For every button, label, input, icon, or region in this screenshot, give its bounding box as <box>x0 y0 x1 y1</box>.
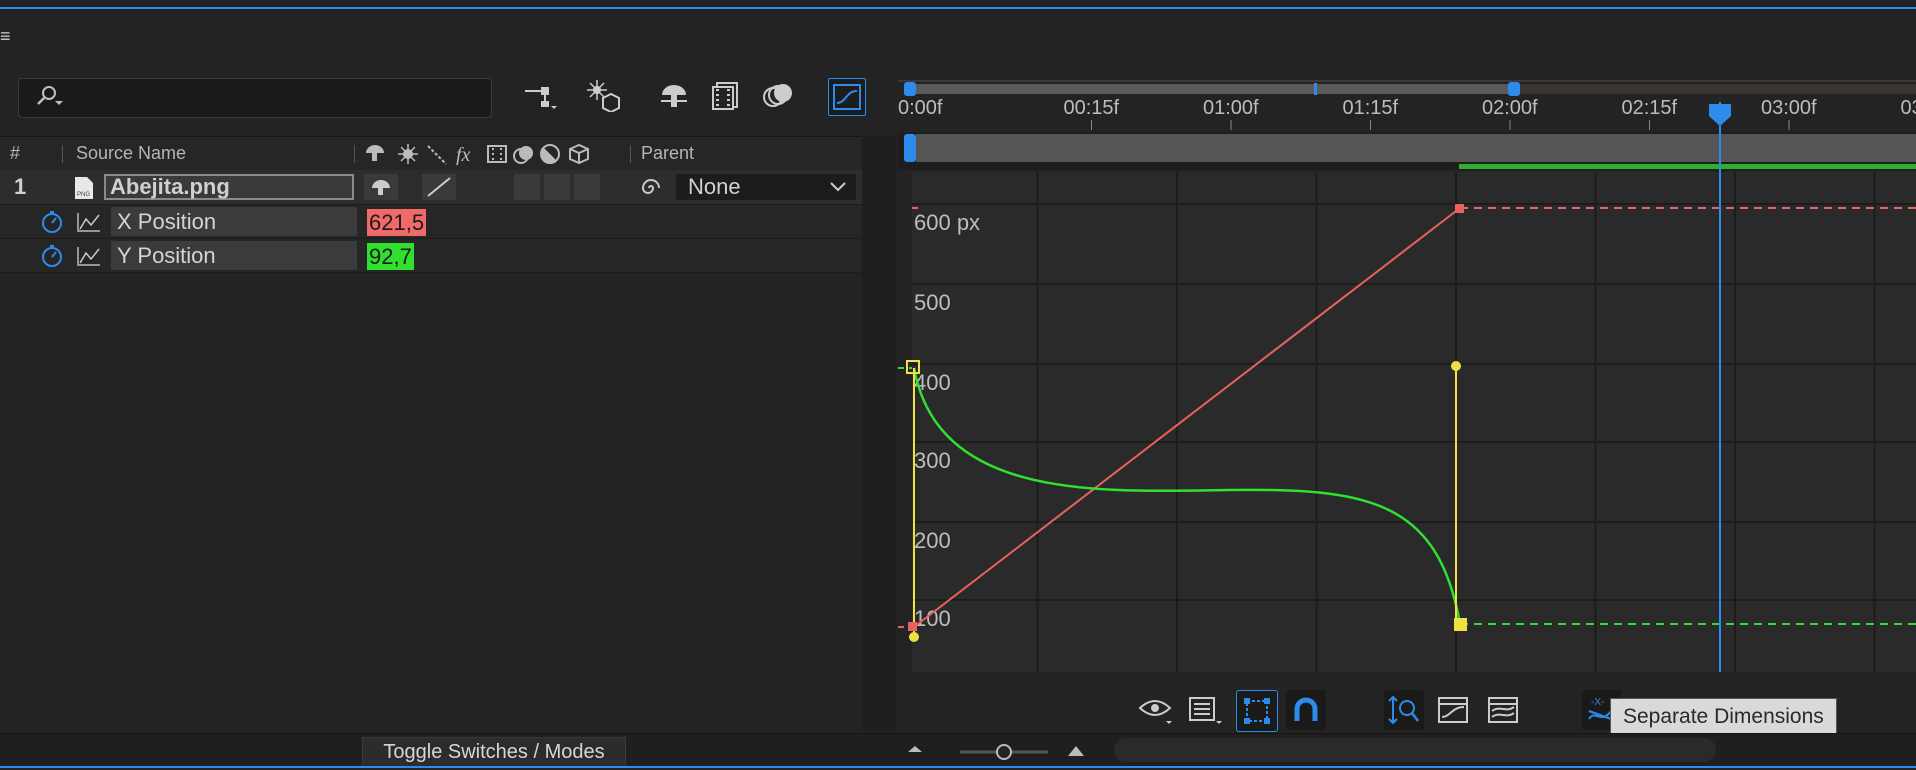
value-axis-label: 100 <box>914 606 951 631</box>
time-tick-label: 03:00f <box>1761 97 1817 119</box>
property-value[interactable]: 92,7 <box>367 243 414 270</box>
work-area-end-handle[interactable] <box>1508 82 1520 96</box>
panel-divider[interactable] <box>862 136 896 732</box>
chevron-down-icon <box>830 182 846 192</box>
frame-blending-icon[interactable] <box>708 78 744 114</box>
parent-dropdown-value: None <box>688 174 741 199</box>
property-row-x[interactable]: X Position 621,5 <box>0 205 862 239</box>
playhead-handle[interactable] <box>1709 104 1731 126</box>
zoom-out-icon[interactable] <box>908 746 922 752</box>
value-axis-label: 200 <box>914 528 951 553</box>
value-axis-label: 500 <box>914 290 951 315</box>
keyframe-y-end[interactable] <box>1454 618 1467 631</box>
property-row-y[interactable]: Y Position 92,7 <box>0 239 862 273</box>
property-name: Y Position <box>111 241 357 270</box>
column-parent[interactable]: Parent <box>641 137 694 170</box>
fit-all-icon[interactable] <box>1484 690 1524 730</box>
timeline-scrollbar[interactable] <box>1114 738 1716 762</box>
graph-editor-icon[interactable] <box>828 78 866 116</box>
parent-dropdown[interactable]: None <box>676 174 856 200</box>
svg-text:PNG: PNG <box>77 192 90 198</box>
search-icon <box>31 85 67 115</box>
svg-text:fx: fx <box>456 144 471 165</box>
window-bottom-accent <box>0 766 1916 768</box>
zoom-control[interactable] <box>904 740 1084 766</box>
tooltip: Separate Dimensions <box>1610 698 1837 736</box>
transform-box-icon[interactable] <box>1236 690 1278 732</box>
shy-layers-icon[interactable] <box>656 78 692 114</box>
keyframe-x-end[interactable] <box>1455 204 1464 213</box>
time-tick-label: 00:15f <box>1064 97 1120 119</box>
column-source-name[interactable]: Source Name <box>76 137 186 170</box>
time-tick-label: 01:00f <box>1203 97 1259 119</box>
motion-blur-icon[interactable] <box>760 78 796 114</box>
png-file-icon: PNG <box>75 177 93 199</box>
time-tick-label: 02:00f <box>1482 97 1538 119</box>
snap-magnet-icon[interactable] <box>1286 690 1326 730</box>
search-input[interactable] <box>18 78 492 118</box>
layer-index: 1 <box>14 174 27 199</box>
stopwatch-icon[interactable] <box>40 210 64 234</box>
time-navigator-start[interactable] <box>904 134 916 162</box>
pick-whip-icon[interactable] <box>638 176 664 200</box>
quality-switch[interactable] <box>422 174 456 200</box>
bezier-handle[interactable] <box>909 632 919 642</box>
keyframe-x-start[interactable] <box>908 622 917 631</box>
time-tick-label: 0:00f <box>898 97 943 119</box>
work-area-bar[interactable] <box>916 84 1514 94</box>
zoom-slider-thumb[interactable] <box>996 744 1012 760</box>
draft-3d-icon[interactable] <box>586 78 622 114</box>
fit-height-icon[interactable] <box>1384 690 1424 730</box>
toggle-switches-modes-button[interactable]: Toggle Switches / Modes <box>362 737 626 767</box>
panel-menu-icon[interactable]: ≡ <box>0 26 11 47</box>
value-axis-label: 300 <box>914 448 951 473</box>
window-top-accent <box>0 7 1916 9</box>
time-navigator-bar[interactable] <box>916 134 1916 162</box>
bezier-handle[interactable] <box>1451 361 1461 371</box>
stopwatch-icon[interactable] <box>40 244 64 268</box>
column-number: # <box>10 143 21 163</box>
graph-toggle-icon[interactable] <box>76 211 102 233</box>
svg-text:-X-: -X- <box>1591 697 1604 708</box>
shy-switch[interactable] <box>364 174 398 200</box>
time-tick-label: 03:15f <box>1901 97 1916 119</box>
layer-switch-blank-1[interactable] <box>514 174 540 200</box>
switches-header-icons: fx <box>366 143 589 165</box>
show-properties-icon[interactable] <box>1136 690 1176 730</box>
graph-editor[interactable]: 0:00f 00:15f 01:00f 01:15f 02:00f 02:15f 03:00… <box>898 80 1916 680</box>
property-name: X Position <box>111 207 357 236</box>
layer-switch-blank-3[interactable] <box>574 174 600 200</box>
value-axis-label: 600 px <box>914 210 980 235</box>
fit-selection-icon[interactable] <box>1434 690 1474 730</box>
property-value[interactable]: 621,5 <box>367 209 427 236</box>
graph-type-icon[interactable] <box>1186 690 1226 730</box>
time-tick-label: 02:15f <box>1622 97 1678 119</box>
layer-column-header: # Source Name fx Parent <box>0 136 863 171</box>
zoom-in-icon[interactable] <box>1068 746 1084 756</box>
work-area-start-handle[interactable] <box>904 82 916 96</box>
comp-flowchart-icon[interactable] <box>522 78 558 114</box>
layer-row[interactable]: 1 PNG Abejita.png None <box>0 170 862 205</box>
layer-name-field[interactable]: Abejita.png <box>104 174 354 200</box>
time-tick-label: 01:15f <box>1343 97 1399 119</box>
graph-toggle-icon[interactable] <box>76 245 102 267</box>
layer-switch-blank-2[interactable] <box>544 174 570 200</box>
